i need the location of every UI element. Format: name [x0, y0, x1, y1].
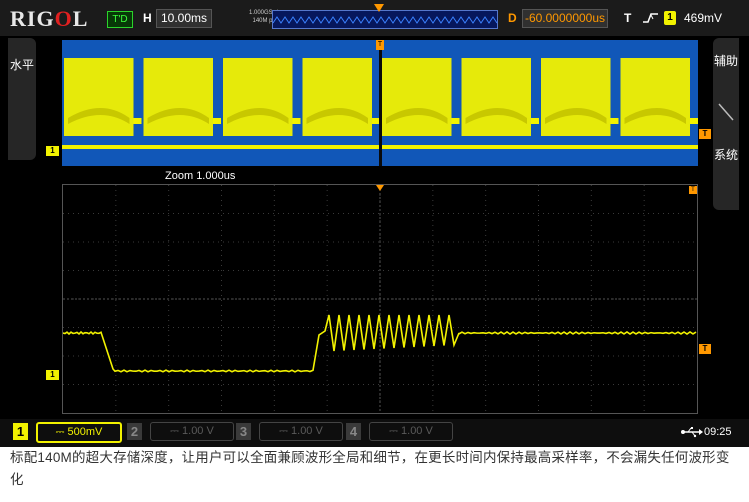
trigger-level-value[interactable]: 469mV: [684, 11, 722, 26]
channel4-scale: 1.00 V: [401, 425, 433, 437]
channel1-number[interactable]: 1: [13, 423, 28, 440]
divider-slash-icon: [718, 103, 734, 121]
trigger-label: T: [624, 11, 632, 25]
trigger-source-badge: 1: [664, 11, 676, 25]
top-status-bar: RIGOL T'D H 10.00ms 1.000GSa/s 140M pts …: [0, 0, 749, 36]
zoom-waveform: [63, 185, 697, 413]
rising-edge-icon: [643, 13, 658, 23]
zoom-trigger-position-icon: [376, 185, 384, 191]
channel1-scale: 500mV: [67, 426, 103, 438]
overview-trigger-level-marker[interactable]: T: [699, 129, 711, 139]
horizontal-side-label: 水平: [9, 58, 34, 72]
memory-waveform-preview: [273, 16, 497, 24]
utility-label: 辅助: [713, 54, 738, 68]
zoom-trace: [63, 314, 697, 373]
zoom-timebase: 1.000us: [196, 170, 236, 182]
zoom-trigger-corner-marker: T: [689, 186, 697, 194]
dc-coupling-icon: ⎓: [170, 425, 183, 437]
channel-status-bar: 1 ⎓ 500mV 2 ⎓ 1.00 V 3 ⎓ 1.00 V 4 ⎓ 1.00…: [0, 419, 749, 447]
delay-value[interactable]: -60.0000000us: [522, 9, 608, 28]
overview-trigger-position-marker[interactable]: T: [376, 40, 384, 50]
channel4-number[interactable]: 4: [346, 423, 361, 440]
horizontal-label: H: [143, 11, 152, 25]
overview-gap-ring: [451, 118, 460, 124]
overview-gap-ring: [610, 118, 619, 124]
overview-pulse: [461, 58, 531, 136]
overview-pulse: [620, 58, 690, 136]
dc-coupling-icon: ⎓: [279, 425, 292, 437]
overview-gap-ring: [690, 118, 698, 124]
trigger-position-icon: [374, 4, 384, 12]
overview-channel1-marker[interactable]: 1: [46, 146, 59, 156]
overview-gap-ring: [292, 118, 301, 124]
overview-pulse: [143, 58, 213, 136]
system-label: 系统: [713, 148, 738, 162]
overview-waveform-pane[interactable]: [62, 40, 698, 166]
channel3-number[interactable]: 3: [236, 423, 251, 440]
overview-pulse: [302, 58, 372, 136]
zoom-label-text: Zoom: [165, 170, 194, 182]
clock-time: 09:25: [704, 426, 732, 438]
trigger-status-badge: T'D: [107, 11, 133, 28]
overview-waveform: [62, 40, 698, 166]
delay-label: D: [508, 11, 517, 25]
overview-pulse: [223, 58, 293, 136]
zoom-label: Zoom 1.000us: [165, 169, 235, 183]
channel2-scale: 1.00 V: [182, 425, 214, 437]
zoom-trigger-level-marker[interactable]: T: [699, 344, 711, 354]
overview-gap-ring: [213, 118, 221, 124]
rigol-logo: RIGOL: [10, 6, 89, 31]
oscilloscope-screen: RIGOL T'D H 10.00ms 1.000GSa/s 140M pts …: [0, 0, 749, 447]
overview-pulse: [382, 58, 452, 136]
overview-pulse: [541, 58, 611, 136]
overview-pulse: [64, 58, 134, 136]
overview-trigger-line: [379, 40, 382, 166]
channel4-scale-box[interactable]: ⎓ 1.00 V: [369, 422, 453, 441]
channel3-scale: 1.00 V: [291, 425, 323, 437]
overview-gap-ring: [372, 118, 380, 124]
dc-coupling-icon: ⎓: [389, 425, 402, 437]
zoom-channel1-marker[interactable]: 1: [46, 370, 59, 380]
channel2-scale-box[interactable]: ⎓ 1.00 V: [150, 422, 234, 441]
memory-overview-bar[interactable]: [272, 10, 498, 29]
caption-text: 标配140M的超大存储深度，让用户可以全面兼顾波形全局和细节，在更长时间内保持最…: [10, 450, 730, 487]
overview-gap-ring: [133, 118, 142, 124]
dc-coupling-icon: ⎓: [55, 426, 68, 438]
channel1-scale-box[interactable]: ⎓ 500mV: [36, 422, 122, 443]
zoom-waveform-pane[interactable]: [62, 184, 698, 414]
channel2-number[interactable]: 2: [127, 423, 142, 440]
channel3-scale-box[interactable]: ⎓ 1.00 V: [259, 422, 343, 441]
utility-side-button[interactable]: 辅助 系统: [713, 38, 739, 210]
usb-icon: [681, 427, 703, 438]
horizontal-side-button[interactable]: 水平: [8, 38, 36, 160]
overview-gap-ring: [531, 118, 539, 124]
timebase-value[interactable]: 10.00ms: [156, 9, 212, 28]
